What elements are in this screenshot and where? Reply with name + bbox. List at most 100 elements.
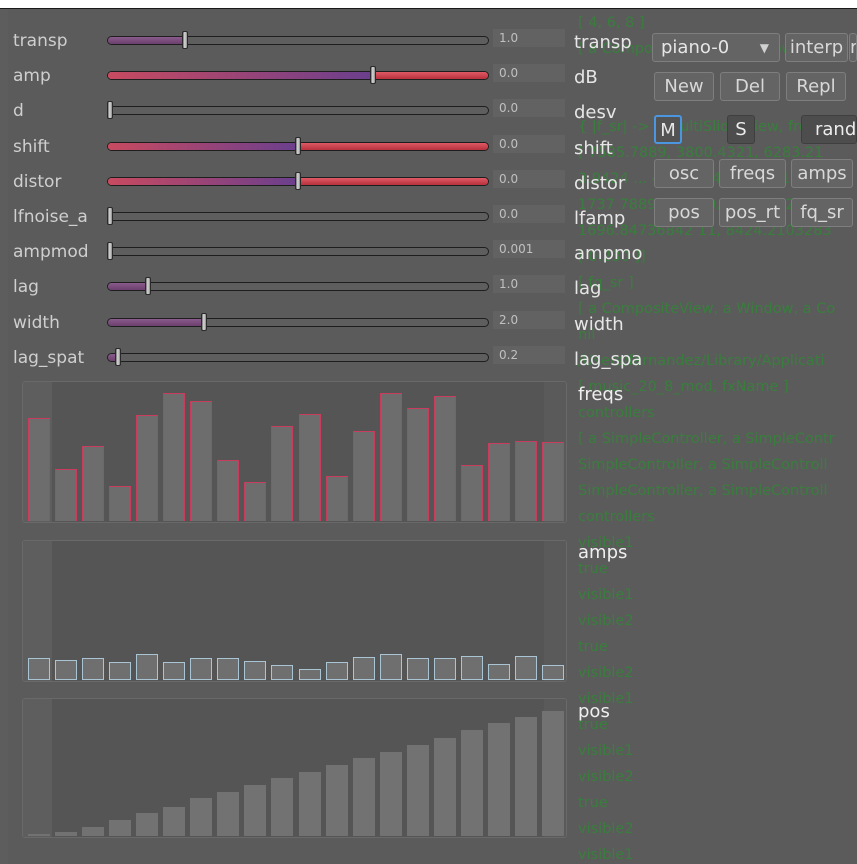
slider-value[interactable]: 0.001 [493,240,565,258]
freqs-bar[interactable] [271,426,294,521]
cut-off-button[interactable]: r [849,33,857,62]
pos-bar[interactable] [136,813,159,836]
amps-bar[interactable] [271,665,294,680]
amps-bar[interactable] [190,658,213,680]
freqs-bar[interactable] [487,443,510,521]
pos-bar[interactable] [352,758,375,836]
slider-knob[interactable] [107,242,113,260]
freqs-bar[interactable] [244,482,267,521]
amps-bar[interactable] [541,665,564,680]
slider-track[interactable] [107,282,489,291]
amps-bar[interactable] [379,654,402,680]
freqs-bar[interactable] [325,476,348,521]
pos-bar[interactable] [82,827,105,836]
slider-value[interactable]: 0.0 [493,170,565,188]
pos-bar[interactable] [325,765,348,836]
slider-track[interactable] [107,318,489,327]
amps-bar[interactable] [109,662,132,680]
slider-track[interactable] [107,36,489,45]
amps-bar[interactable] [82,658,105,680]
slider-knob[interactable] [144,277,151,295]
pos-bar[interactable] [460,730,483,836]
slider-knob[interactable] [295,172,301,190]
freqs-bar[interactable] [217,460,240,521]
freqs-bar[interactable] [190,401,213,521]
amps-bar[interactable] [136,654,159,680]
slider-knob[interactable] [201,313,207,331]
pos-bar[interactable] [109,820,132,836]
slider-track[interactable] [107,212,489,221]
freqs-bar[interactable] [514,441,537,521]
slider-value[interactable]: 0.2 [493,346,565,364]
del-button[interactable]: Del [720,72,780,101]
pos-bar[interactable] [271,778,294,836]
pos-bar[interactable] [244,785,267,836]
pos-bar[interactable] [541,711,564,836]
pos-rt-button[interactable]: pos_rt [719,198,786,227]
pos-bar[interactable] [217,792,240,836]
pos-bar[interactable] [190,798,213,836]
amps-multislider[interactable] [22,540,567,682]
freqs-bar[interactable] [406,408,429,521]
interp-button[interactable]: interp [785,33,848,62]
slider-value[interactable]: 1.0 [493,29,565,47]
solo-button[interactable]: S [727,115,755,144]
slider-value[interactable]: 2.0 [493,311,565,329]
slider-value[interactable]: 1.0 [493,275,565,293]
new-button[interactable]: New [654,72,714,101]
amps-button[interactable]: amps [791,159,853,188]
pos-bar[interactable] [514,717,537,836]
pos-bar[interactable] [433,738,456,836]
rand-button[interactable]: rand [801,115,857,144]
repl-button[interactable]: Repl [786,72,846,101]
freqs-bar[interactable] [109,486,132,521]
amps-bar[interactable] [217,658,240,680]
amps-bar[interactable] [28,658,50,680]
slider-value[interactable]: 0.0 [493,99,565,117]
amps-bar[interactable] [244,661,267,680]
amps-bar[interactable] [460,656,483,680]
amps-bar[interactable] [406,658,429,680]
mute-button[interactable]: M [654,115,682,144]
slider-knob[interactable] [182,31,189,49]
fq-sr-button[interactable]: fq_sr [791,198,853,227]
freqs-button[interactable]: freqs [719,159,786,188]
freqs-bar[interactable] [55,469,78,521]
slider-knob[interactable] [107,207,113,225]
amps-bar[interactable] [298,669,321,680]
pos-bar[interactable] [163,807,186,836]
freqs-bar[interactable] [82,446,105,521]
pos-bar[interactable] [406,745,429,836]
amps-bar[interactable] [325,662,348,680]
amps-bar[interactable] [55,660,78,680]
pos-bar[interactable] [28,834,50,836]
freqs-bar[interactable] [379,393,402,521]
amps-bar[interactable] [352,657,375,680]
pos-multislider[interactable] [22,698,567,838]
freqs-bar[interactable] [460,465,483,521]
slider-track[interactable] [107,71,489,80]
freqs-bar[interactable] [28,418,50,521]
osc-button[interactable]: osc [654,159,714,188]
freqs-bar[interactable] [298,414,321,521]
slider-value[interactable]: 0.0 [493,205,565,223]
slider-value[interactable]: 0.0 [493,135,565,153]
slider-value[interactable]: 0.0 [493,64,565,82]
amps-bar[interactable] [487,664,510,680]
slider-knob[interactable] [295,137,301,155]
amps-bar[interactable] [514,656,537,680]
pos-bar[interactable] [379,752,402,836]
pos-button[interactable]: pos [654,198,714,227]
freqs-bar[interactable] [163,393,186,521]
slider-track[interactable] [107,247,489,256]
pos-bar[interactable] [298,772,321,836]
slider-track[interactable] [107,106,489,115]
slider-track[interactable] [107,353,489,362]
freqs-bar[interactable] [352,431,375,521]
slider-knob[interactable] [370,66,377,84]
freqs-bar[interactable] [433,396,456,521]
amps-bar[interactable] [163,662,186,680]
pos-bar[interactable] [487,723,510,836]
pos-bar[interactable] [55,832,78,836]
slider-knob[interactable] [114,348,121,366]
